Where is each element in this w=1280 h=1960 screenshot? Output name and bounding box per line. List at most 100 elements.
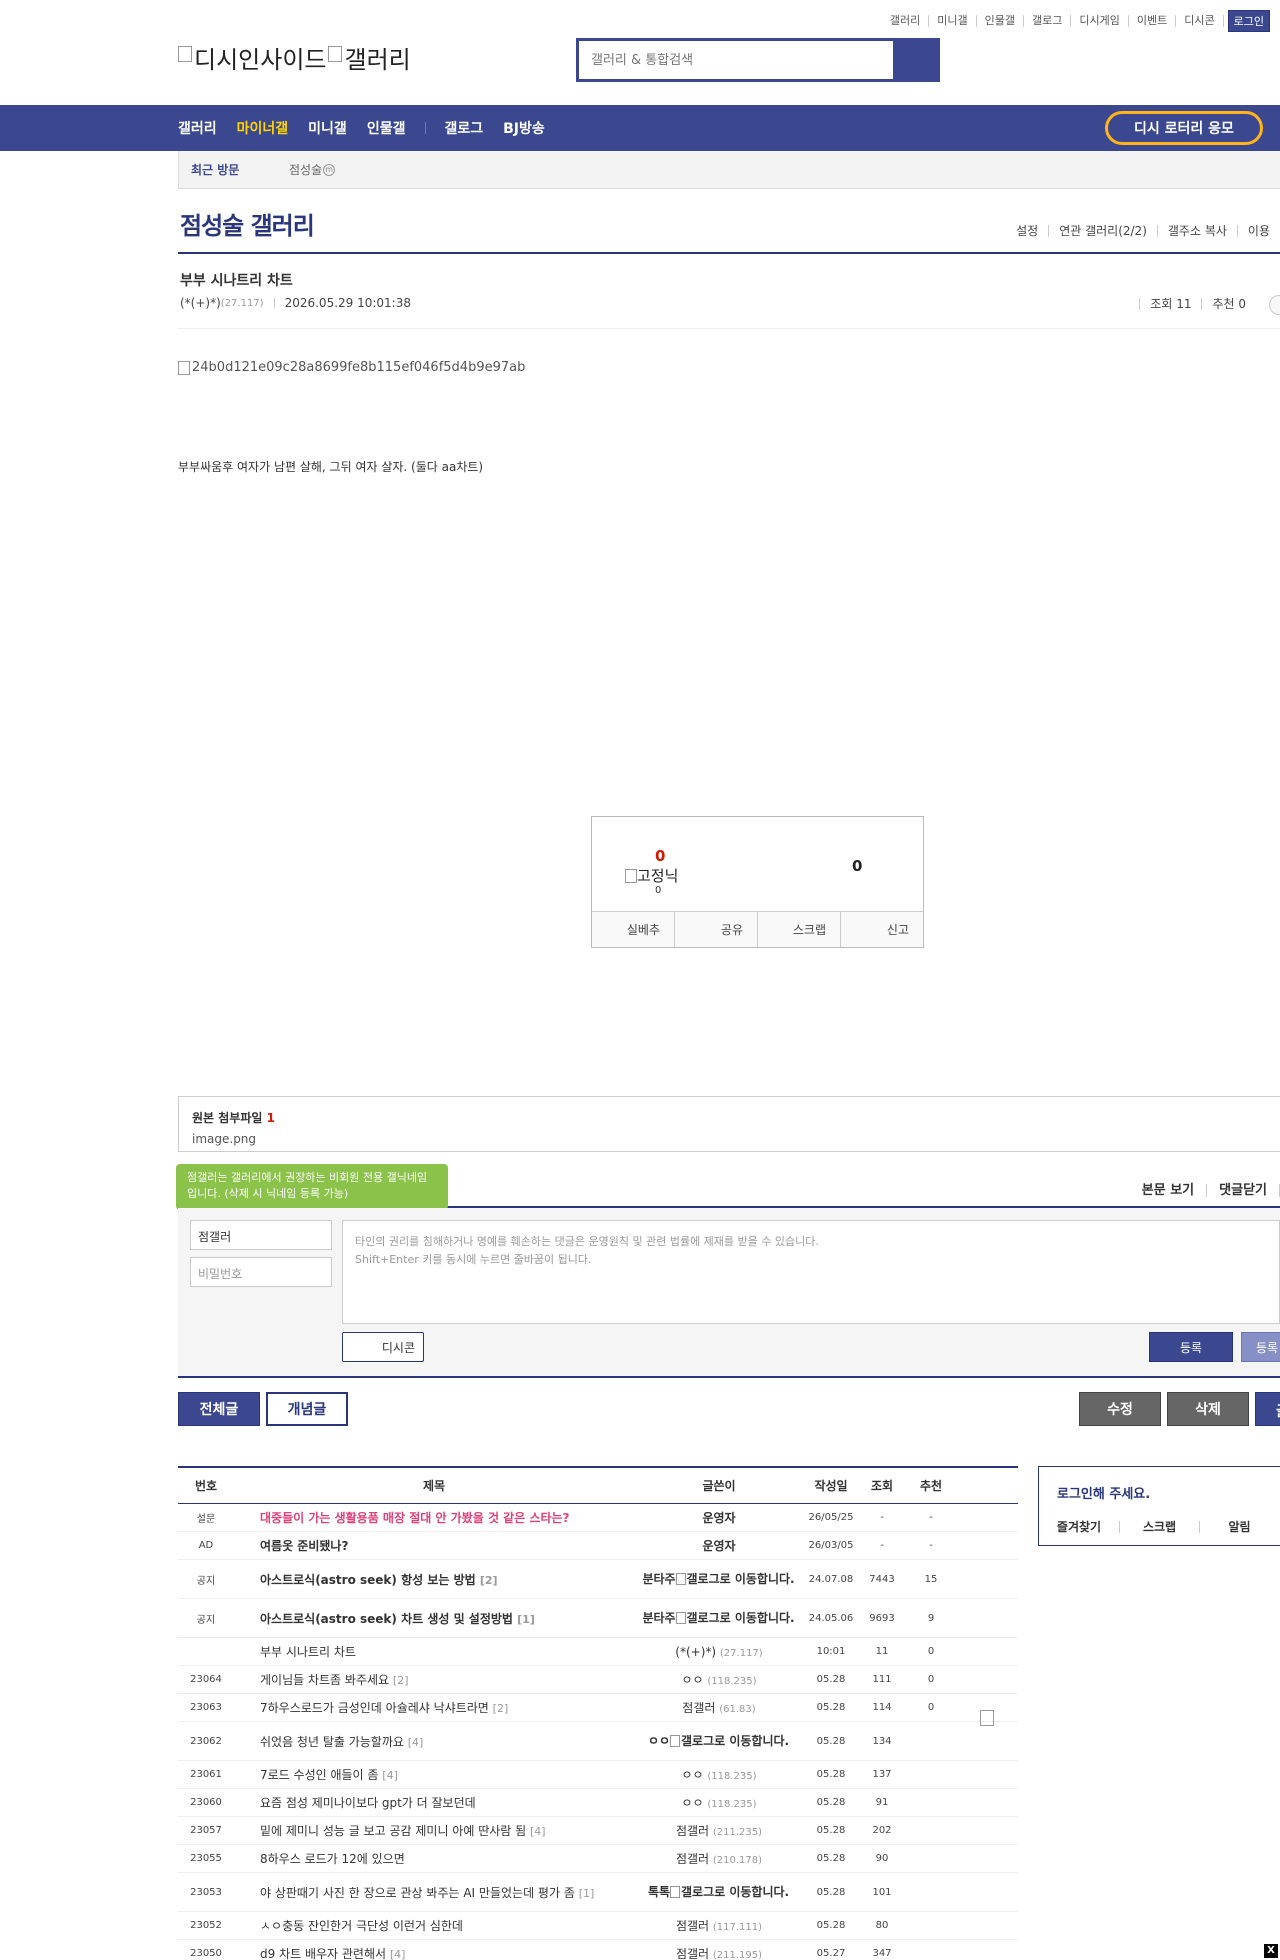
row-reply-count[interactable]: [1] (517, 1613, 535, 1626)
row-subject-text[interactable]: 요즘 점성 제미나이보다 gpt가 더 잘보던데 (260, 1796, 476, 1810)
row-subject[interactable]: 부부 시나트리 차트 (234, 1643, 634, 1660)
row-subject-text[interactable]: ㅅㅇ충동 잔인한거 극단성 이런거 심한데 (260, 1919, 463, 1933)
write-button[interactable]: 글 (1255, 1392, 1280, 1426)
row-subject-text[interactable]: 야 상판때기 사진 한 장으로 관상 봐주는 AI 만들었는데 평가 좀 (260, 1886, 575, 1900)
row-writer-name[interactable]: ㅇㅇ (681, 1768, 703, 1782)
row-writer[interactable]: 점갤러 (211.235) (634, 1822, 804, 1839)
comment-submit-button[interactable]: 등록 (1149, 1332, 1233, 1362)
util-persongal-link[interactable]: 인물갤 (977, 15, 1025, 27)
notification-link[interactable]: 알림 (1199, 1521, 1279, 1533)
row-writer[interactable]: ㅇㅇ (118.235) (634, 1794, 804, 1811)
best-recommend-button[interactable]: 실베추 (592, 912, 674, 947)
row-writer-name[interactable]: 운영자 (702, 1539, 735, 1553)
row-subject[interactable]: ㅅㅇ충동 잔인한거 극단성 이런거 심한데 (234, 1917, 634, 1934)
row-reply-count[interactable]: [4] (408, 1736, 424, 1749)
row-writer-with-image[interactable]: ㅇㅇ 갤로그로 이동합니다. (648, 1733, 790, 1749)
table-row[interactable]: 23060 요즘 점성 제미나이보다 gpt가 더 잘보던데 ㅇㅇ (118.235… (178, 1789, 1018, 1817)
table-row[interactable]: 23052 ㅅㅇ충동 잔인한거 극단성 이런거 심한데 점갤러 (117.111) 0… (178, 1912, 1018, 1940)
table-row[interactable]: 공지 아스트로식(astro seek) 차트 생성 및 설정방법 [1] 분타주 갤… (178, 1599, 1018, 1638)
concept-posts-button[interactable]: 개념글 (266, 1392, 348, 1426)
password-field[interactable]: 비밀번호 (190, 1257, 332, 1287)
row-subject-text[interactable]: 부부 시나트리 차트 (260, 1645, 356, 1659)
scrap-link[interactable]: 스크랩 (1119, 1521, 1199, 1533)
search-button[interactable] (893, 41, 937, 79)
nav-person-gallery[interactable]: 인물갤 (367, 118, 406, 138)
row-subject[interactable]: 8하우스 로드가 12에 있으면 (234, 1850, 634, 1867)
row-writer[interactable]: 운영자 (634, 1537, 804, 1554)
row-writer-with-image[interactable]: 분타주 갤로그로 이동합니다. (642, 1571, 795, 1587)
table-row[interactable]: 23063 7하우스로드가 금성인데 아슐레샤 낙샤트라면 [2] 점갤러 (61.… (178, 1694, 1018, 1722)
login-prompt[interactable]: 로그인해 주세요. (1057, 1483, 1150, 1502)
row-writer[interactable]: 점갤러 (211.195) (634, 1945, 804, 1960)
row-subject[interactable]: 아스트로식(astro seek) 차트 생성 및 설정방법 [1] (234, 1610, 634, 1627)
nav-minor-gallery[interactable]: 마이너갤 (237, 118, 289, 138)
util-event-link[interactable]: 이벤트 (1129, 15, 1177, 27)
table-row[interactable]: 23062 쉬었음 청년 탈출 가능할까요 [4] ㅇㅇ 갤로그로 이동합니다. 05.… (178, 1722, 1018, 1761)
share-button[interactable]: 공유 (674, 912, 757, 947)
row-writer[interactable]: 점갤러 (117.111) (634, 1917, 804, 1934)
row-subject[interactable]: 여름옷 준비됐나? (234, 1537, 634, 1554)
row-subject-text[interactable]: 게이님들 차트좀 봐주세요 (260, 1673, 389, 1687)
row-writer-with-image[interactable]: 분타주 갤로그로 이동합니다. (642, 1610, 795, 1626)
table-row[interactable]: 공지 아스트로식(astro seek) 항성 보는 방법 [2] 분타주 갤로그로 … (178, 1560, 1018, 1599)
recent-gallery-link[interactable]: 점성술 (289, 161, 322, 178)
table-row[interactable]: 23057 밑에 제미니 성능 글 보고 공감 제미니 아예 딴사람 됨 [4] 점… (178, 1817, 1018, 1845)
nav-bj-broadcast[interactable]: BJ방송 (503, 118, 545, 138)
util-minigal-link[interactable]: 미니갤 (929, 15, 977, 27)
row-subject-text[interactable]: 8하우스 로드가 12에 있으면 (260, 1852, 405, 1866)
row-writer-name[interactable]: 점갤러 (676, 1947, 709, 1960)
row-writer-name[interactable]: ㅇㅇ (681, 1673, 703, 1687)
table-row[interactable]: 23055 8하우스 로드가 12에 있으면 점갤러 (210.178) 05.28 9… (178, 1845, 1018, 1873)
row-writer-name[interactable]: 점갤러 (676, 1824, 709, 1838)
row-writer[interactable]: 점갤러 (210.178) (634, 1850, 804, 1867)
gallery-settings-link[interactable]: 설정 (1006, 225, 1048, 237)
row-writer[interactable]: ㅇㅇ (118.235) (634, 1671, 804, 1688)
nav-gallog[interactable]: 갤로그 (444, 118, 483, 138)
row-subject[interactable]: 밑에 제미니 성능 글 보고 공감 제미니 아예 딴사람 됨 [4] (234, 1822, 634, 1839)
table-row[interactable]: 23050 d9 차트 배우자 관련해서 [4] 점갤러 (211.195) 05.2… (178, 1940, 1018, 1960)
search-input[interactable] (579, 41, 893, 79)
report-button[interactable]: 신고 (840, 912, 923, 947)
row-reply-count[interactable]: [1] (579, 1887, 595, 1900)
copy-gallery-url-link[interactable]: 갤주소 복사 (1156, 225, 1237, 237)
row-writer-name[interactable]: 톡톡 (648, 1884, 670, 1900)
site-logo[interactable]: 디시인사이드 갤러리 (178, 40, 411, 75)
row-subject-text[interactable]: 7하우스로드가 금성인데 아슐레샤 낙샤트라면 (260, 1701, 489, 1715)
nav-mini-gallery[interactable]: 미니갤 (308, 118, 347, 138)
close-comments-link[interactable]: 댓글닫기 (1207, 1184, 1280, 1197)
row-subject[interactable]: 요즘 점성 제미나이보다 gpt가 더 잘보던데 (234, 1794, 634, 1811)
row-subject[interactable]: 야 상판때기 사진 한 장으로 관상 봐주는 AI 만들었는데 평가 좀 [1] (234, 1884, 634, 1901)
row-subject[interactable]: 아스트로식(astro seek) 항성 보는 방법 [2] (234, 1571, 634, 1588)
row-reply-count[interactable]: [4] (530, 1825, 546, 1838)
row-subject[interactable]: 7하우스로드가 금성인데 아슐레샤 낙샤트라면 [2] (234, 1699, 634, 1716)
more-options-button[interactable] (1269, 295, 1280, 315)
row-writer-name[interactable]: 점갤러 (676, 1852, 709, 1866)
util-dccon-link[interactable]: 디시콘 (1176, 15, 1224, 27)
comment-submit-recommend-button[interactable]: 등록 (1241, 1332, 1280, 1362)
scrap-button[interactable]: 스크랩 (757, 912, 840, 947)
all-posts-button[interactable]: 전체글 (178, 1392, 260, 1426)
post-image[interactable]: 24b0d121e09c28a8699fe8b115ef046f5d4b9e97… (178, 360, 525, 375)
row-writer-name[interactable]: 분타주 (642, 1610, 675, 1626)
related-gallery-link[interactable]: 연관 갤러리(2/2) (1048, 225, 1157, 237)
row-writer-name[interactable]: 점갤러 (676, 1919, 709, 1933)
row-reply-count[interactable]: [4] (390, 1948, 406, 1960)
util-gallery-link[interactable]: 갤러리 (882, 15, 930, 27)
delete-button[interactable]: 삭제 (1167, 1392, 1249, 1426)
row-subject-text[interactable]: 아스트로식(astro seek) 차트 생성 및 설정방법 (260, 1612, 513, 1626)
row-reply-count[interactable]: [2] (493, 1702, 509, 1715)
row-subject-text[interactable]: d9 차트 배우자 관련해서 (260, 1947, 386, 1960)
row-reply-count[interactable]: [4] (382, 1769, 398, 1782)
row-subject[interactable]: 게이님들 차트좀 봐주세요 [2] (234, 1671, 634, 1688)
row-writer-name[interactable]: ㅇㅇ (681, 1796, 703, 1810)
nav-gallery[interactable]: 갤러리 (178, 118, 217, 138)
table-row[interactable]: 부부 시나트리 차트 (*(+)*) (27.117) 10:01 11 0 (178, 1638, 1018, 1666)
row-subject-text[interactable]: 대중들이 가는 생활용품 매장 절대 안 가봤을 것 같은 스타는? (260, 1511, 570, 1525)
gallery-usage-link[interactable]: 이용 (1236, 225, 1280, 237)
row-reply-count[interactable]: [2] (480, 1574, 498, 1587)
row-writer[interactable]: 점갤러 (61.83) (634, 1699, 804, 1716)
login-button[interactable]: 로그인 (1227, 10, 1270, 32)
dccon-button[interactable]: 디시콘 (342, 1332, 424, 1362)
row-reply-count[interactable]: [2] (393, 1674, 409, 1687)
favorites-link[interactable]: 즐겨찾기 (1039, 1521, 1119, 1533)
